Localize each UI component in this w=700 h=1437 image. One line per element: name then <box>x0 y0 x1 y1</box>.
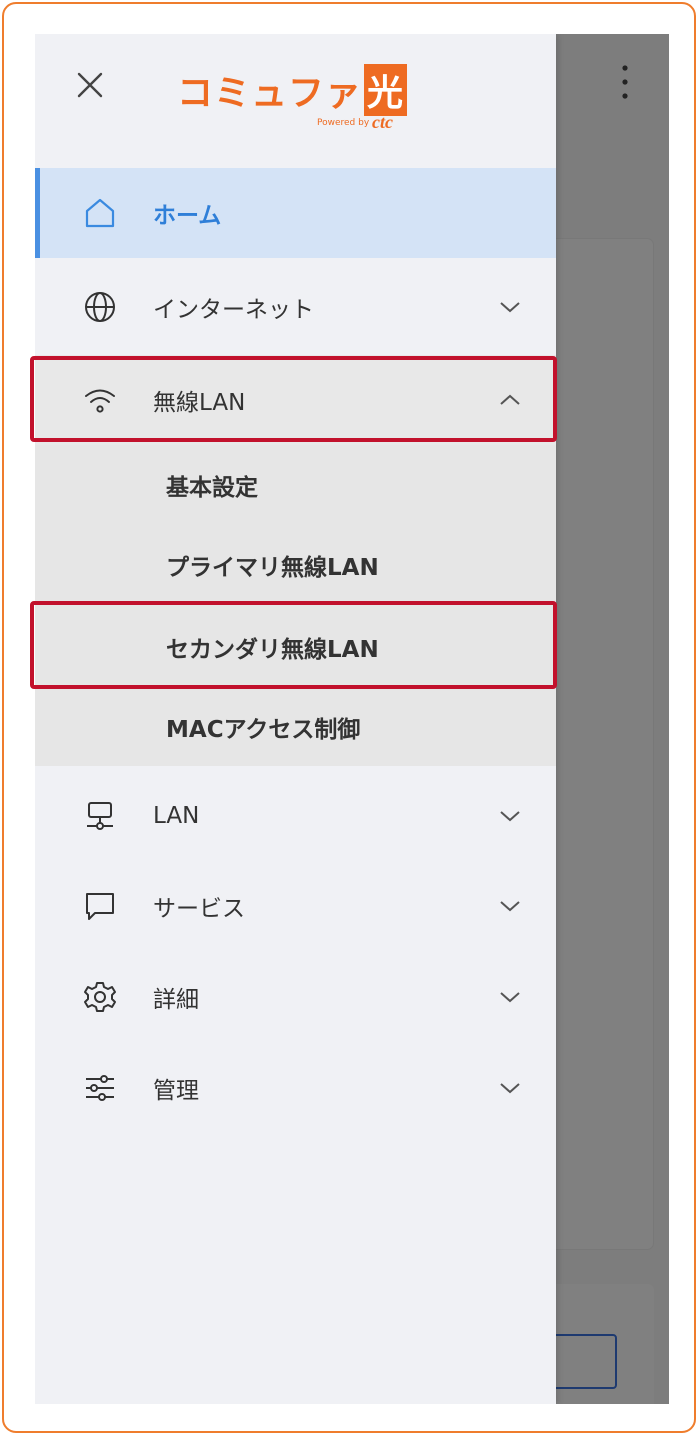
nav-item-internet-label: インターネット <box>153 297 314 323</box>
submenu-item-mac[interactable]: MACアクセス制御 <box>35 687 556 767</box>
chevron-up-icon <box>500 394 520 405</box>
nav-item-wireless-lan[interactable]: 無線LAN <box>35 355 556 445</box>
chevron-down-icon <box>500 302 520 313</box>
submenu-item-primary[interactable]: プライマリ無線LAN <box>35 525 556 605</box>
logo: コミュファ光 Powered by ctc <box>177 64 417 138</box>
navigation-drawer: コミュファ光 Powered by ctc ホーム インターネット 無線LAN … <box>35 34 556 1404</box>
network-icon <box>87 802 113 830</box>
nav-item-home[interactable]: ホーム <box>35 168 556 258</box>
globe-icon <box>85 292 115 322</box>
nav-item-detail[interactable]: 詳細 <box>35 952 556 1042</box>
submenu-item-basic[interactable]: 基本設定 <box>35 445 556 525</box>
submenu-item-secondary[interactable]: セカンダリ無線LAN <box>35 607 556 687</box>
logo-subtitle: Powered by ctc <box>317 112 394 132</box>
chevron-down-icon <box>500 992 520 1003</box>
nav-item-wireless-lan-label: 無線LAN <box>153 390 246 416</box>
app-screen: コミュファ光 Powered by ctc ホーム インターネット 無線LAN … <box>35 34 669 1404</box>
logo-brand: ctc <box>372 112 394 132</box>
gear-icon <box>84 982 116 1012</box>
close-icon[interactable] <box>75 70 105 100</box>
wifi-icon <box>85 389 115 413</box>
wireless-lan-submenu: 基本設定 プライマリ無線LAN セカンダリ無線LAN MACアクセス制御 <box>35 445 556 766</box>
message-icon <box>86 893 114 920</box>
nav-item-lan[interactable]: LAN <box>35 771 556 861</box>
background-card <box>550 239 653 1249</box>
home-icon <box>85 198 115 228</box>
nav-item-manage-label: 管理 <box>153 1078 199 1104</box>
logo-box-text: 光 <box>364 64 408 116</box>
nav-item-lan-label: LAN <box>153 803 200 829</box>
nav-item-detail-label: 詳細 <box>153 987 199 1013</box>
nav-item-internet[interactable]: インターネット <box>35 262 556 352</box>
chevron-down-icon <box>500 901 520 912</box>
nav-item-manage[interactable]: 管理 <box>35 1043 556 1133</box>
nav-item-home-label: ホーム <box>153 203 222 229</box>
chevron-down-icon <box>500 1083 520 1094</box>
nav-item-service-label: サービス <box>153 896 245 922</box>
logo-text: コミュファ <box>177 73 363 114</box>
more-menu-icon[interactable] <box>621 62 629 102</box>
nav-item-service[interactable]: サービス <box>35 861 556 951</box>
chevron-down-icon <box>500 811 520 822</box>
sliders-icon <box>86 1075 114 1101</box>
